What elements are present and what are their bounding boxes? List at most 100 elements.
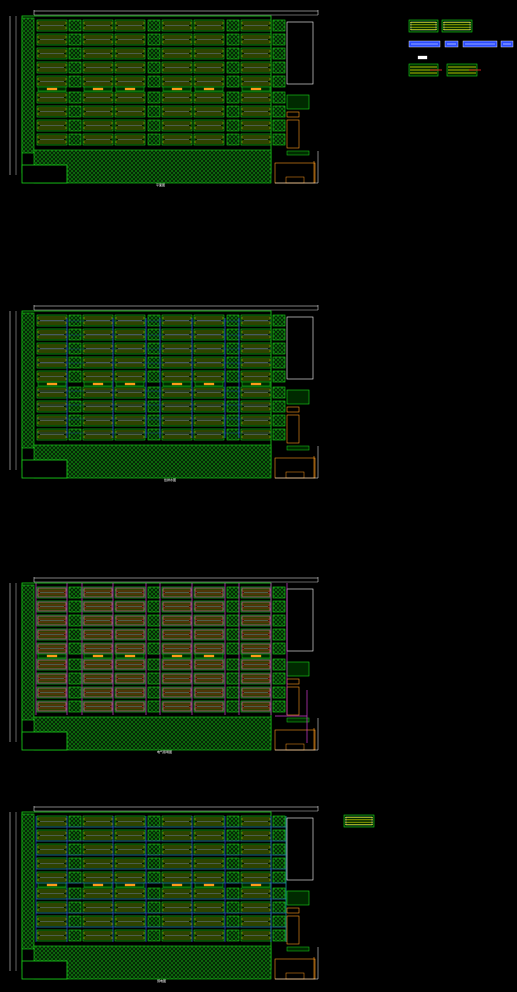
column-block xyxy=(272,642,286,655)
column-block xyxy=(68,857,82,870)
aisle-label xyxy=(92,87,104,91)
aisle-label xyxy=(203,654,215,658)
column-block xyxy=(272,47,286,60)
aisle-label xyxy=(250,883,262,887)
column-block xyxy=(226,356,240,369)
column-block xyxy=(68,901,82,914)
column-block xyxy=(68,829,82,842)
column-block xyxy=(68,119,82,132)
column-block xyxy=(226,700,240,713)
column-block xyxy=(272,628,286,641)
stair-box xyxy=(285,972,305,980)
column-block xyxy=(68,342,82,355)
column-block xyxy=(226,829,240,842)
column-block xyxy=(147,887,161,900)
column-block xyxy=(226,33,240,46)
column-block xyxy=(226,642,240,655)
aisle-label xyxy=(124,382,136,386)
column-block xyxy=(226,915,240,928)
column-block xyxy=(272,105,286,118)
column-block xyxy=(68,929,82,942)
bottom-left-room xyxy=(21,164,68,184)
column-block xyxy=(147,642,161,655)
column-block xyxy=(68,61,82,74)
column-block xyxy=(272,686,286,699)
column-block xyxy=(272,91,286,104)
bottom-left-room xyxy=(21,459,68,479)
column-block xyxy=(226,843,240,856)
column-block xyxy=(147,342,161,355)
aisle-label xyxy=(171,87,183,91)
aisle-label xyxy=(171,382,183,386)
column-block xyxy=(68,386,82,399)
column-block xyxy=(272,600,286,613)
right-strip xyxy=(286,717,310,723)
column-block xyxy=(226,91,240,104)
aisle-label xyxy=(250,654,262,658)
thumb-section-3 xyxy=(462,40,498,48)
column-block xyxy=(68,843,82,856)
right-orange-tall xyxy=(286,686,300,716)
column-block xyxy=(68,356,82,369)
column-block xyxy=(272,356,286,369)
left-strip xyxy=(21,584,35,721)
column-block xyxy=(147,843,161,856)
column-block xyxy=(68,614,82,627)
column-block xyxy=(147,857,161,870)
cad-drawing-canvas xyxy=(9,10,514,980)
column-block xyxy=(272,829,286,842)
column-block xyxy=(147,829,161,842)
column-block xyxy=(147,33,161,46)
column-block xyxy=(272,414,286,427)
column-block xyxy=(226,815,240,828)
column-block xyxy=(68,600,82,613)
column-block xyxy=(272,700,286,713)
column-block xyxy=(226,686,240,699)
column-block xyxy=(226,342,240,355)
column-block xyxy=(68,642,82,655)
column-block xyxy=(68,91,82,104)
column-block xyxy=(272,133,286,146)
column-block xyxy=(147,328,161,341)
bottom-left-room xyxy=(21,731,68,751)
column-block xyxy=(147,61,161,74)
aisle-label xyxy=(171,654,183,658)
column-block xyxy=(272,658,286,671)
column-block xyxy=(147,901,161,914)
column-block xyxy=(147,658,161,671)
column-block xyxy=(272,386,286,399)
column-block xyxy=(68,815,82,828)
plan-4 xyxy=(9,806,319,980)
column-block xyxy=(226,901,240,914)
thumb-elevation-2 xyxy=(441,19,473,33)
aisle-label xyxy=(250,382,262,386)
column-block xyxy=(147,672,161,685)
column-block xyxy=(272,915,286,928)
column-block xyxy=(272,614,286,627)
bottom-hatch xyxy=(33,716,272,751)
column-block xyxy=(226,600,240,613)
bottom-hatch xyxy=(33,149,272,184)
column-block xyxy=(226,314,240,327)
column-block xyxy=(272,843,286,856)
left-strip xyxy=(21,813,35,950)
column-block xyxy=(226,19,240,32)
aisle-label xyxy=(46,87,58,91)
column-block xyxy=(147,929,161,942)
aisle-label xyxy=(203,382,215,386)
aisle-label xyxy=(171,883,183,887)
column-block xyxy=(68,887,82,900)
right-orange-box xyxy=(286,678,300,685)
column-block xyxy=(226,672,240,685)
aisle-label xyxy=(124,654,136,658)
column-block xyxy=(147,105,161,118)
column-block xyxy=(226,628,240,641)
column-block xyxy=(272,314,286,327)
column-block xyxy=(147,915,161,928)
column-block xyxy=(272,815,286,828)
column-block xyxy=(68,328,82,341)
column-block xyxy=(272,929,286,942)
column-block xyxy=(68,400,82,413)
aisle-label xyxy=(92,654,104,658)
right-room-large xyxy=(286,817,314,881)
